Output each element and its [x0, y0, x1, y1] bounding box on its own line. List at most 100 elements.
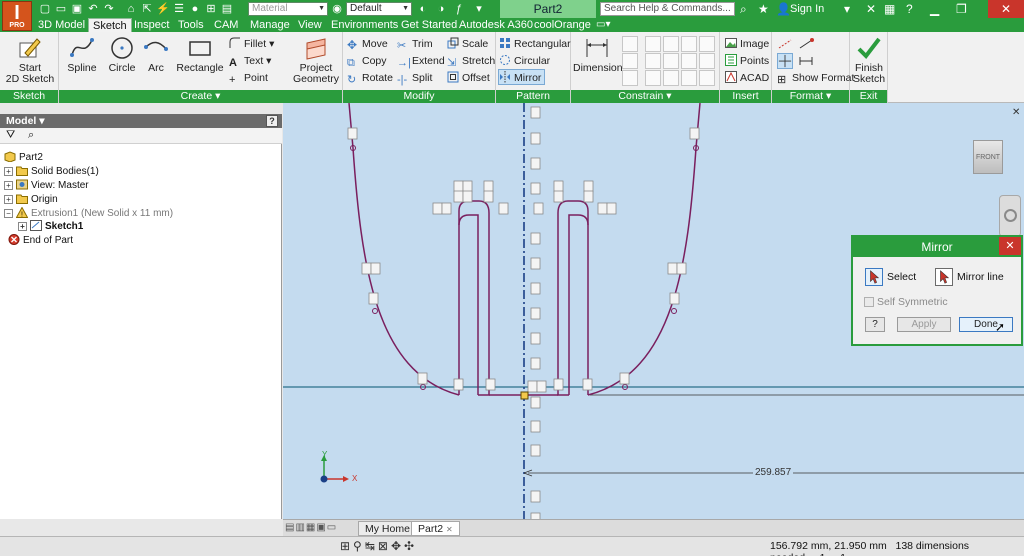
horizontal-constraint-icon[interactable] [681, 53, 697, 69]
tab-3d-model[interactable]: 3D Model [38, 18, 85, 32]
undo-icon[interactable]: ↶ [86, 2, 100, 16]
centerline-constraint-glyphs[interactable] [530, 106, 541, 519]
collinear-constraint-icon[interactable] [663, 53, 679, 69]
stretch-button[interactable]: ⇲ Stretch [447, 53, 495, 69]
expand-icon[interactable]: + [18, 222, 27, 231]
tab-tools[interactable]: Tools [178, 18, 204, 32]
exchange-icon[interactable]: ✕ [866, 1, 876, 17]
mirror-dialog-title[interactable]: Mirror ✕ [853, 237, 1021, 257]
copy-button[interactable]: ⧉ Copy [347, 53, 387, 69]
smooth-constraint-icon[interactable] [699, 36, 715, 52]
image-button[interactable]: Image [725, 36, 769, 52]
vertical-constraint-icon[interactable] [699, 53, 715, 69]
find-binoculars-icon[interactable]: ⌕ [28, 129, 34, 142]
update-icon[interactable]: ⚡ [156, 2, 170, 16]
dimension-value[interactable]: 259.857 [753, 467, 794, 478]
mirror-close-button[interactable]: ✕ [999, 237, 1021, 255]
filter-icon[interactable]: ⛛ [6, 129, 15, 142]
centerline-icon[interactable] [777, 53, 793, 69]
tangent-constraint-icon[interactable] [681, 36, 697, 52]
tree-item-extrusion1[interactable]: −! Extrusion1 (New Solid x 11 mm) [4, 207, 173, 221]
material-combo[interactable]: Material ▼ [248, 2, 328, 16]
mirror-button[interactable]: Mirror [498, 69, 546, 85]
binoculars-icon[interactable]: ⌕ [740, 1, 747, 17]
minimize-icon[interactable]: ▁ [930, 1, 939, 17]
show-format-button[interactable]: ⊞ Show Format [777, 70, 854, 86]
tab-environments[interactable]: Environments [331, 18, 398, 32]
tab-close-icon[interactable]: ✕ [446, 525, 453, 534]
open-folder-icon[interactable]: ▭ [54, 2, 68, 16]
tree-item-origin[interactable]: + Origin [4, 193, 58, 207]
text-button[interactable]: A Text ▾ [229, 53, 271, 69]
panel-label-format[interactable]: Format ▾ [772, 90, 849, 103]
parallel-constraint-icon[interactable] [663, 36, 679, 52]
tree-item-end-of-part[interactable]: End of Part [8, 234, 73, 248]
rotate-button[interactable]: ↻ Rotate [347, 70, 393, 86]
status-tool-icons[interactable]: ⊞⚲↹⊠✥✣ [340, 539, 417, 553]
spline-button[interactable]: Spline [65, 35, 99, 74]
tree-item-part2[interactable]: Part2 [4, 151, 43, 165]
properties-icon[interactable]: ☰ [172, 2, 186, 16]
params-icon[interactable]: ▤ [220, 2, 234, 16]
tab-coolorange[interactable]: coolOrange [534, 18, 591, 32]
browser-header[interactable]: Model ▾ ? [0, 114, 282, 128]
concentric-constraint-icon[interactable] [645, 70, 661, 86]
start-2d-sketch-button[interactable]: Start 2D Sketch [4, 35, 56, 85]
dimension-button[interactable]: Dimension [573, 35, 623, 74]
adjust-icon[interactable]: ◑ [434, 2, 448, 16]
app-logo-icon[interactable]: I PRO [2, 1, 32, 31]
browser-help-icon[interactable]: ? [266, 115, 278, 127]
arc-button[interactable]: Arc [141, 35, 171, 74]
trim-button[interactable]: ✂ Trim [397, 36, 433, 52]
clear-appearance-icon[interactable]: ◐ [416, 2, 430, 16]
origin-point[interactable] [520, 391, 529, 400]
equal-constraint-icon[interactable] [681, 70, 697, 86]
acad-button[interactable]: ACAD [725, 70, 769, 86]
apply-button[interactable]: Apply [897, 317, 951, 332]
steering-wheel-icon[interactable] [1004, 209, 1017, 222]
extend-button[interactable]: →|Extend [397, 53, 445, 69]
constraint-settings-icon[interactable] [622, 70, 638, 86]
split-button[interactable]: -|- Split [397, 70, 432, 86]
expand-icon[interactable]: + [4, 195, 13, 204]
save-icon[interactable]: ▣ [70, 2, 84, 16]
expand-icon[interactable]: + [4, 167, 13, 176]
tab-layout-icons[interactable]: ▤▥▦▣▭ [285, 522, 337, 533]
tab-sketch[interactable]: Sketch [88, 18, 132, 33]
circular-pattern-button[interactable]: Circular [499, 53, 550, 69]
tab-inspect[interactable]: Inspect [134, 18, 169, 32]
sign-in-link[interactable]: Sign In [790, 1, 824, 17]
color-icon[interactable]: ● [188, 2, 202, 16]
tree-item-solid-bodies[interactable]: + Solid Bodies(1) [4, 165, 99, 179]
dropdown-icon[interactable]: ▾ [844, 1, 850, 17]
window-close-button[interactable]: ✕ [988, 0, 1024, 18]
construction-icon[interactable] [777, 36, 793, 52]
sketch-profile[interactable] [348, 103, 701, 396]
driven-dimension-icon[interactable] [798, 53, 814, 69]
cart-icon[interactable]: ▦ [884, 1, 895, 17]
fix-constraint-icon[interactable] [663, 70, 679, 86]
tree-item-view-master[interactable]: + View: Master [4, 179, 89, 193]
circle-button[interactable]: Circle [105, 35, 139, 74]
move-button[interactable]: ✥ Move [347, 36, 388, 52]
offset-button[interactable]: Offset [447, 70, 490, 86]
tab-manage[interactable]: Manage [250, 18, 290, 32]
perpendicular-constraint-icon[interactable] [645, 36, 661, 52]
center-point-icon[interactable] [798, 36, 814, 52]
coincident-constraint-icon[interactable] [645, 53, 661, 69]
fillet-button[interactable]: Fillet ▾ [229, 36, 274, 52]
tab-get-started[interactable]: Get Started [401, 18, 457, 32]
finish-sketch-button[interactable]: Finish Sketch [850, 35, 888, 85]
tab-options-icon[interactable]: ▭▾ [596, 18, 610, 32]
symmetric-constraint-icon[interactable] [699, 70, 715, 86]
appearance-combo[interactable]: Default ▼ [346, 2, 412, 16]
canvas-close-icon[interactable]: ✕ [1012, 107, 1020, 118]
tab-view[interactable]: View [298, 18, 322, 32]
measure-icon[interactable]: ⊞ [204, 2, 218, 16]
restore-icon[interactable]: ❐ [956, 1, 967, 17]
show-constraints-icon[interactable] [622, 53, 638, 69]
tab-my-home[interactable]: My Home [358, 521, 417, 536]
tree-item-sketch1[interactable]: + Sketch1 [18, 220, 83, 234]
panel-label-create[interactable]: Create ▾ [59, 90, 342, 103]
points-button[interactable]: Points [725, 53, 769, 69]
